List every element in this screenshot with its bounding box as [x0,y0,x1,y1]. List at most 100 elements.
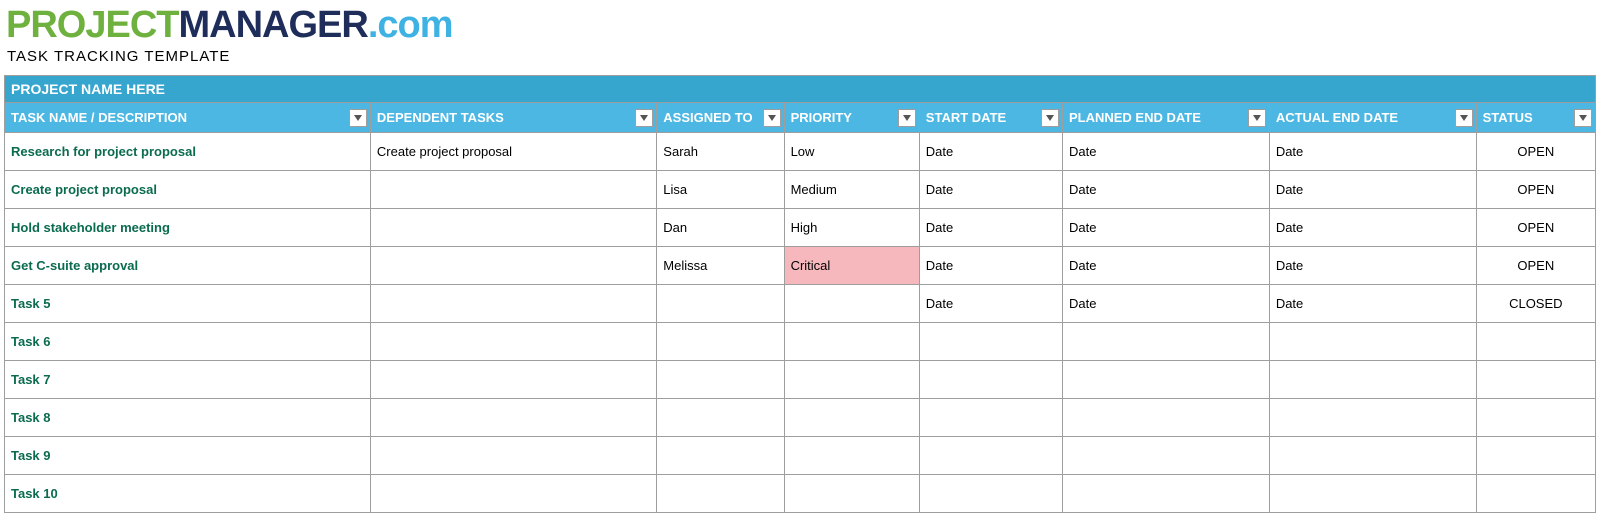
status-cell[interactable] [1476,399,1595,437]
actual-end-cell[interactable]: Date [1269,285,1476,323]
assigned-cell[interactable] [657,323,784,361]
assigned-cell[interactable] [657,475,784,513]
planned-end-cell[interactable]: Date [1062,133,1269,171]
logo-part3: .com [368,4,453,46]
priority-cell[interactable]: Medium [784,171,919,209]
actual-end-cell[interactable]: Date [1269,247,1476,285]
filter-dropdown-icon[interactable] [1574,109,1592,127]
priority-cell[interactable] [784,399,919,437]
assigned-cell[interactable] [657,361,784,399]
start-date-cell[interactable] [919,361,1062,399]
status-cell[interactable] [1476,361,1595,399]
task-name-cell[interactable]: Task 5 [5,285,371,323]
priority-cell[interactable] [784,361,919,399]
planned-end-cell[interactable] [1062,437,1269,475]
assigned-cell[interactable] [657,399,784,437]
dependent-cell[interactable] [370,399,656,437]
assigned-cell[interactable] [657,285,784,323]
dependent-cell[interactable] [370,285,656,323]
actual-end-cell[interactable] [1269,399,1476,437]
dependent-cell[interactable] [370,247,656,285]
planned-end-cell[interactable]: Date [1062,247,1269,285]
status-cell[interactable] [1476,437,1595,475]
status-cell[interactable] [1476,323,1595,361]
filter-dropdown-icon[interactable] [898,109,916,127]
project-title-row: PROJECT NAME HERE [5,76,1596,103]
task-name-cell[interactable]: Task 7 [5,361,371,399]
task-name-cell[interactable]: Create project proposal [5,171,371,209]
dependent-cell[interactable] [370,171,656,209]
priority-cell[interactable] [784,285,919,323]
filter-dropdown-icon[interactable] [1041,109,1059,127]
task-name-cell[interactable]: Hold stakeholder meeting [5,209,371,247]
planned-end-cell[interactable] [1062,323,1269,361]
table-row: Hold stakeholder meetingDanHighDateDateD… [5,209,1596,247]
start-date-cell[interactable]: Date [919,247,1062,285]
planned-end-cell[interactable] [1062,475,1269,513]
task-name-cell[interactable]: Task 10 [5,475,371,513]
actual-end-cell[interactable]: Date [1269,133,1476,171]
task-name-cell[interactable]: Task 6 [5,323,371,361]
table-row: Task 10 [5,475,1596,513]
assigned-cell[interactable]: Melissa [657,247,784,285]
assigned-cell[interactable]: Lisa [657,171,784,209]
start-date-cell[interactable]: Date [919,171,1062,209]
filter-dropdown-icon[interactable] [763,109,781,127]
planned-end-cell[interactable]: Date [1062,171,1269,209]
start-date-cell[interactable] [919,399,1062,437]
dependent-cell[interactable] [370,475,656,513]
planned-end-cell[interactable] [1062,399,1269,437]
start-date-cell[interactable]: Date [919,133,1062,171]
dependent-cell[interactable] [370,361,656,399]
logo-part2: MANAGER [178,4,367,46]
actual-end-cell[interactable] [1269,475,1476,513]
column-header: STATUS [1476,103,1595,133]
task-name-cell[interactable]: Task 9 [5,437,371,475]
actual-end-cell[interactable]: Date [1269,209,1476,247]
priority-cell[interactable]: High [784,209,919,247]
actual-end-cell[interactable] [1269,323,1476,361]
start-date-cell[interactable] [919,437,1062,475]
status-cell[interactable]: OPEN [1476,171,1595,209]
status-cell[interactable]: OPEN [1476,247,1595,285]
actual-end-cell[interactable] [1269,361,1476,399]
start-date-cell[interactable]: Date [919,285,1062,323]
table-row: Task 8 [5,399,1596,437]
start-date-cell[interactable]: Date [919,209,1062,247]
planned-end-cell[interactable]: Date [1062,285,1269,323]
status-cell[interactable]: OPEN [1476,133,1595,171]
filter-dropdown-icon[interactable] [1455,109,1473,127]
assigned-cell[interactable] [657,437,784,475]
actual-end-cell[interactable]: Date [1269,171,1476,209]
priority-cell[interactable] [784,475,919,513]
logo-part1: PROJECT [6,4,178,46]
priority-cell[interactable] [784,437,919,475]
start-date-cell[interactable] [919,475,1062,513]
column-header-row: TASK NAME / DESCRIPTIONDEPENDENT TASKSAS… [5,103,1596,133]
status-cell[interactable] [1476,475,1595,513]
task-name-cell[interactable]: Task 8 [5,399,371,437]
dependent-cell[interactable] [370,437,656,475]
priority-cell[interactable]: Low [784,133,919,171]
dependent-cell[interactable] [370,209,656,247]
priority-cell[interactable]: Critical [784,247,919,285]
filter-dropdown-icon[interactable] [635,109,653,127]
planned-end-cell[interactable]: Date [1062,209,1269,247]
assigned-cell[interactable]: Sarah [657,133,784,171]
dependent-cell[interactable] [370,323,656,361]
start-date-cell[interactable] [919,323,1062,361]
status-cell[interactable]: CLOSED [1476,285,1595,323]
project-title[interactable]: PROJECT NAME HERE [5,76,1596,103]
filter-dropdown-icon[interactable] [1248,109,1266,127]
task-name-cell[interactable]: Get C-suite approval [5,247,371,285]
dependent-cell[interactable]: Create project proposal [370,133,656,171]
actual-end-cell[interactable] [1269,437,1476,475]
filter-dropdown-icon[interactable] [349,109,367,127]
column-header: DEPENDENT TASKS [370,103,656,133]
assigned-cell[interactable]: Dan [657,209,784,247]
status-cell[interactable]: OPEN [1476,209,1595,247]
task-name-cell[interactable]: Research for project proposal [5,133,371,171]
priority-cell[interactable] [784,323,919,361]
planned-end-cell[interactable] [1062,361,1269,399]
column-header: PLANNED END DATE [1062,103,1269,133]
